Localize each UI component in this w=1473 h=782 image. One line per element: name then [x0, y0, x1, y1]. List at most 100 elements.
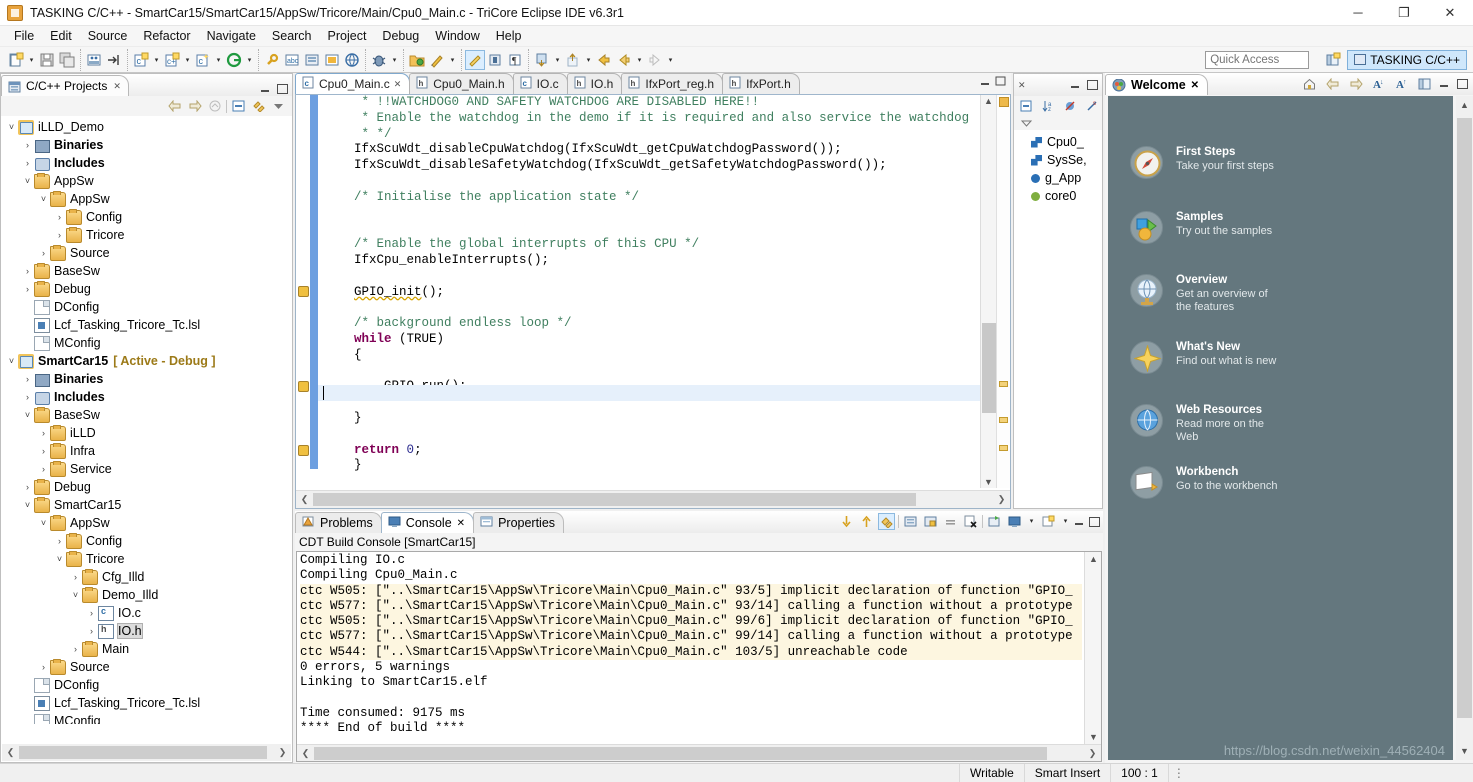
menu-search[interactable]: Search: [264, 27, 320, 45]
chevron-right-icon[interactable]: ›: [21, 266, 34, 276]
tree-item-tricore[interactable]: › Tricore: [1, 226, 292, 244]
search-icon[interactable]: [262, 50, 282, 70]
back-history-icon[interactable]: [594, 50, 614, 70]
collapse-all-icon[interactable]: [230, 98, 247, 115]
tree-item-service[interactable]: › Service: [1, 460, 292, 478]
minimize-view-icon[interactable]: [1439, 78, 1450, 89]
tree-item-includes[interactable]: › Includes: [1, 154, 292, 172]
tree-item-tricore[interactable]: ˅ Tricore: [1, 550, 292, 568]
tree-item-dconfig[interactable]: DConfig: [1, 298, 292, 316]
increase-font-icon[interactable]: A ↑: [1393, 75, 1410, 92]
display-console-caret-icon[interactable]: ▾: [1026, 511, 1037, 531]
tree-item-demo-illd[interactable]: ˅ Demo_Illd: [1, 586, 292, 604]
menu-window[interactable]: Window: [427, 27, 487, 45]
welcome-item-workbench[interactable]: Workbench Go to the workbench: [1130, 466, 1278, 499]
tree-item-lcf-tasking-tricore-tc-lsl[interactable]: Lcf_Tasking_Tricore_Tc.lsl: [1, 694, 292, 712]
run-caret-icon[interactable]: ▾: [447, 50, 458, 70]
overview-warning-icon[interactable]: [999, 381, 1008, 387]
tree-item-binaries[interactable]: › Binaries: [1, 136, 292, 154]
console-output-text[interactable]: Compiling IO.c Compiling Cpu0_Main.c ctc W…: [300, 553, 1082, 743]
outline-item[interactable]: g_App: [1015, 169, 1101, 187]
editor-annotation-ruler[interactable]: [296, 95, 310, 488]
sort-icon[interactable]: az: [1040, 98, 1057, 115]
close-icon[interactable]: ✕: [1018, 80, 1026, 91]
menu-source[interactable]: Source: [80, 27, 136, 45]
editor-tab-ifxport-reg-h[interactable]: h IfxPort_reg.h: [621, 73, 724, 94]
console-tab-console[interactable]: Console ✕: [380, 512, 475, 533]
tree-item-main[interactable]: › Main: [1, 640, 292, 658]
welcome-item-what-s-new[interactable]: What's New Find out what is new: [1130, 341, 1276, 374]
scroll-left-icon[interactable]: ❮: [297, 748, 314, 759]
tree-item-debug[interactable]: › Debug: [1, 280, 292, 298]
remove-launch-icon[interactable]: [962, 513, 979, 530]
restore-welcome-icon[interactable]: [1416, 75, 1433, 92]
clear-icon[interactable]: [942, 513, 959, 530]
welcome-item-overview[interactable]: Overview Get an overview of the features: [1130, 274, 1286, 313]
close-button[interactable]: ✕: [1427, 0, 1473, 26]
new-console-caret-icon[interactable]: ▾: [1060, 511, 1071, 531]
tree-item-io-h[interactable]: › IO.h: [1, 622, 292, 640]
chevron-right-icon[interactable]: ›: [53, 536, 66, 546]
back-icon[interactable]: [614, 50, 634, 70]
maximize-view-icon[interactable]: [276, 83, 288, 94]
scroll-down-icon[interactable]: ▼: [1089, 732, 1098, 742]
chevron-right-icon[interactable]: ›: [21, 140, 34, 150]
tree-item-debug[interactable]: › Debug: [1, 478, 292, 496]
home-icon[interactable]: [1301, 75, 1318, 92]
tree-item-illd[interactable]: › iLLD: [1, 424, 292, 442]
maximize-view-icon[interactable]: [1088, 516, 1100, 527]
chevron-right-icon[interactable]: ›: [21, 284, 34, 294]
close-icon[interactable]: ✕: [394, 79, 402, 90]
back-icon[interactable]: [1324, 75, 1341, 92]
decrease-font-icon[interactable]: A ↓: [1370, 75, 1387, 92]
last-edit-icon[interactable]: abc: [282, 50, 302, 70]
tab-welcome[interactable]: Welcome ✕: [1105, 74, 1209, 95]
home-icon[interactable]: [206, 98, 223, 115]
console-tab-problems[interactable]: Problems: [295, 512, 382, 533]
scroll-left-icon[interactable]: ❮: [296, 494, 313, 505]
chevron-right-icon[interactable]: ›: [21, 392, 34, 402]
editor-tab-io-c[interactable]: c IO.c: [512, 73, 568, 94]
scroll-up-icon[interactable]: ▲: [1460, 100, 1469, 110]
scroll-left-icon[interactable]: ❮: [2, 747, 19, 758]
view-menu-icon[interactable]: [270, 98, 287, 115]
tree-item-mconfig[interactable]: MConfig: [1, 334, 292, 352]
chevron-right-icon[interactable]: ›: [37, 248, 50, 258]
tree-item-appsw[interactable]: ˅ AppSw: [1, 190, 292, 208]
projects-hscrollbar[interactable]: ❮ ❯: [2, 744, 291, 761]
chevron-right-icon[interactable]: ›: [53, 212, 66, 222]
warning-marker-icon[interactable]: [298, 381, 309, 392]
tree-item-appsw[interactable]: ˅ AppSw: [1, 514, 292, 532]
minimize-view-icon[interactable]: [260, 83, 271, 94]
open-type-icon[interactable]: [302, 50, 322, 70]
chevron-right-icon[interactable]: ›: [85, 608, 98, 618]
show-whitespace-icon[interactable]: ¶: [505, 50, 525, 70]
console-vscrollbar[interactable]: ▲ ▼: [1084, 552, 1101, 744]
build-all-icon[interactable]: [84, 50, 104, 70]
editor-hscrollbar[interactable]: ❮ ❯: [296, 490, 1010, 508]
open-console-icon[interactable]: [986, 513, 1003, 530]
tree-item-includes[interactable]: › Includes: [1, 388, 292, 406]
tree-item-basesw[interactable]: › BaseSw: [1, 262, 292, 280]
scroll-down-icon[interactable]: ▼: [1460, 746, 1469, 756]
new-wizard-caret-icon[interactable]: ▾: [26, 50, 37, 70]
overview-warning-icon[interactable]: [999, 417, 1008, 423]
close-icon[interactable]: ✕: [1191, 80, 1199, 91]
chevron-right-icon[interactable]: ›: [69, 572, 82, 582]
vscroll-thumb[interactable]: [982, 323, 996, 413]
tree-item-appsw[interactable]: ˅ AppSw: [1, 172, 292, 190]
scroll-down-icon[interactable]: ▼: [984, 477, 993, 487]
collapse-all-icon[interactable]: [1018, 98, 1035, 115]
overview-warning-icon[interactable]: [999, 445, 1008, 451]
maximize-button[interactable]: ❐: [1381, 0, 1427, 26]
hscroll-track[interactable]: [19, 745, 274, 760]
view-menu-icon[interactable]: [1018, 115, 1035, 132]
tree-item-cfg-illd[interactable]: › Cfg_Illd: [1, 568, 292, 586]
next-annotation-caret-icon[interactable]: ▾: [552, 50, 563, 70]
chevron-down-icon[interactable]: ˅: [21, 410, 34, 420]
maximize-editor-icon[interactable]: [995, 76, 1006, 90]
chevron-down-icon[interactable]: ˅: [53, 554, 66, 564]
save-all-icon[interactable]: [57, 50, 77, 70]
chevron-right-icon[interactable]: ›: [69, 644, 82, 654]
welcome-vscrollbar[interactable]: ▲ ▼: [1456, 96, 1473, 760]
